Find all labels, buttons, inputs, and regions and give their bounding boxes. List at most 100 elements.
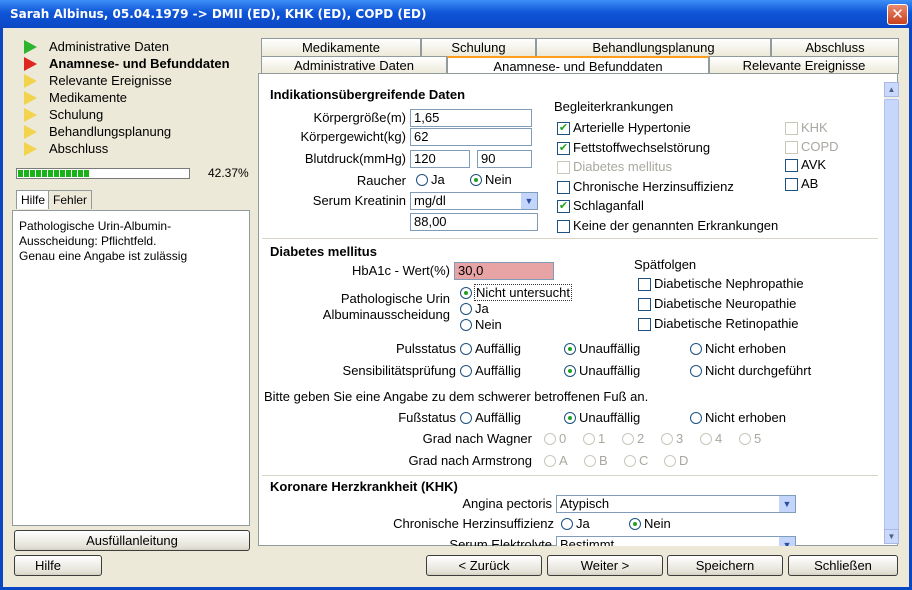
- scroll-thumb[interactable]: [884, 99, 899, 539]
- tab-anamnese-befunddaten[interactable]: Anamnese- und Befunddaten: [447, 56, 709, 74]
- tab-schulung[interactable]: Schulung: [421, 38, 536, 56]
- comorbidity-checkbox[interactable]: [785, 159, 798, 172]
- pulse-radio[interactable]: [460, 343, 472, 355]
- comorbidity-label: Diabetes mellitus: [573, 159, 672, 174]
- creatinine-value-input[interactable]: 88,00: [410, 213, 538, 231]
- section-divider: [262, 238, 878, 239]
- comorbidity-checkbox[interactable]: ✔: [557, 200, 570, 213]
- vertical-scrollbar[interactable]: ▲ ▼: [884, 82, 899, 544]
- triangle-icon: [24, 56, 37, 71]
- comorbidity-label: COPD: [801, 138, 839, 154]
- comorbidity-checkbox[interactable]: [557, 180, 570, 194]
- foot-instruction: Bitte geben Sie eine Angabe zu dem schwe…: [264, 389, 649, 404]
- sens-option-label: Nicht durchgeführt: [705, 363, 812, 378]
- foot-radio[interactable]: [460, 412, 472, 424]
- tab-abschluss[interactable]: Abschluss: [771, 38, 899, 56]
- scroll-down-icon[interactable]: ▼: [884, 529, 899, 544]
- bp-diastolic-input[interactable]: 90: [477, 150, 532, 168]
- close-window-button[interactable]: ✕: [887, 4, 908, 25]
- urine-no-radio[interactable]: [460, 319, 472, 331]
- save-button[interactable]: Speichern: [667, 555, 783, 576]
- armstrong-radio: [664, 455, 676, 467]
- late-effect-checkbox[interactable]: [638, 298, 651, 311]
- chevron-down-icon[interactable]: ▼: [779, 537, 795, 546]
- comorbidity-checkbox[interactable]: [557, 219, 570, 233]
- tab-row-top: Medikamente Schulung Behandlungsplanung …: [261, 38, 899, 56]
- urine-yes-label: Ja: [475, 301, 489, 316]
- bp-systolic-input[interactable]: 120: [410, 150, 470, 168]
- chevron-down-icon[interactable]: ▼: [521, 193, 537, 209]
- sens-radio[interactable]: [690, 365, 702, 377]
- foot-radio[interactable]: [690, 412, 702, 424]
- nav-item-label: Administrative Daten: [49, 39, 169, 54]
- nav-item[interactable]: Schulung: [18, 106, 251, 123]
- armstrong-option-label: B: [599, 453, 608, 468]
- angina-value: Atypisch: [560, 496, 610, 511]
- sens-label: Sensibilitätsprüfung: [342, 363, 456, 378]
- chf-label: Chronische Herzinsuffizienz: [393, 516, 554, 531]
- chevron-down-icon[interactable]: ▼: [779, 496, 795, 512]
- creatinine-unit-select[interactable]: mg/dl ▼: [410, 192, 538, 210]
- pulse-radio[interactable]: [690, 343, 702, 355]
- nav-item[interactable]: Administrative Daten: [18, 38, 251, 55]
- late-effect-label: Diabetische Neuropathie: [654, 296, 797, 311]
- tab-administrative-daten[interactable]: Administrative Daten: [261, 56, 447, 74]
- nav-item[interactable]: Relevante Ereignisse: [18, 72, 251, 89]
- progress-bar: [16, 168, 190, 179]
- scroll-up-icon[interactable]: ▲: [884, 82, 899, 97]
- nav-item-label: Behandlungsplanung: [49, 124, 172, 139]
- nav-item[interactable]: Anamnese- und Befunddaten: [18, 55, 251, 72]
- wagner-option-label: 2: [637, 431, 645, 446]
- next-button[interactable]: Weiter >: [547, 555, 663, 576]
- sens-radio[interactable]: [564, 365, 576, 377]
- weight-input[interactable]: 62: [410, 128, 532, 146]
- comorbidity-checkbox[interactable]: ✔: [557, 141, 570, 155]
- nav-item-label: Abschluss: [49, 141, 109, 156]
- armstrong-option-label: D: [679, 453, 689, 468]
- tab-error[interactable]: Fehler: [48, 190, 93, 209]
- late-effect-label: Diabetische Nephropathie: [654, 276, 804, 291]
- urine-not-examined-radio[interactable]: [460, 287, 472, 299]
- smoker-label: Raucher: [356, 173, 406, 188]
- nav-item[interactable]: Abschluss: [18, 140, 251, 157]
- urine-yes-radio[interactable]: [460, 303, 472, 315]
- tab-medikamente[interactable]: Medikamente: [261, 38, 421, 56]
- chf-yes-radio[interactable]: [561, 518, 573, 530]
- back-button[interactable]: < Zurück: [426, 555, 542, 576]
- nav-item-label: Anamnese- und Befunddaten: [49, 56, 230, 71]
- late-effect-checkbox[interactable]: [638, 278, 651, 291]
- triangle-icon: [24, 73, 37, 88]
- late-effects-heading: Spätfolgen: [634, 257, 697, 272]
- hba1c-input[interactable]: 30,0: [454, 262, 554, 280]
- weight-label: Körpergewicht(kg): [300, 129, 407, 144]
- height-input[interactable]: 1,65: [410, 109, 532, 127]
- angina-select[interactable]: Atypisch ▼: [556, 495, 796, 513]
- chf-yes-label: Ja: [576, 516, 590, 531]
- pulse-radio[interactable]: [564, 343, 576, 355]
- late-effect-checkbox[interactable]: [638, 318, 651, 331]
- tab-relevante-ereignisse[interactable]: Relevante Ereignisse: [709, 56, 899, 74]
- pulse-option-label: Unauffällig: [579, 341, 641, 356]
- electrolytes-select[interactable]: Bestimmt ▼: [556, 536, 796, 546]
- smoker-no-radio[interactable]: [470, 174, 482, 186]
- comorbidity-label: AB: [801, 175, 819, 191]
- nav-item[interactable]: Behandlungsplanung: [18, 123, 251, 140]
- wagner-option-label: 0: [559, 431, 567, 446]
- comorbidity-checkbox[interactable]: ✔: [557, 122, 570, 135]
- nav-item[interactable]: Medikamente: [18, 89, 251, 106]
- comorbidities-heading: Begleiterkrankungen: [554, 99, 674, 114]
- tab-help[interactable]: Hilfe: [16, 190, 51, 209]
- wagner-radio: [700, 433, 712, 445]
- smoker-yes-radio[interactable]: [416, 174, 428, 186]
- comorbidity-checkbox[interactable]: [785, 177, 798, 191]
- sens-radio[interactable]: [460, 365, 472, 377]
- chf-no-radio[interactable]: [629, 518, 641, 530]
- fill-guide-button[interactable]: Ausfüllanleitung: [14, 530, 250, 551]
- close-button[interactable]: Schließen: [788, 555, 898, 576]
- armstrong-radio: [584, 455, 596, 467]
- foot-radio[interactable]: [564, 412, 576, 424]
- triangle-icon: [24, 124, 37, 139]
- section-divider: [262, 475, 878, 476]
- help-button[interactable]: Hilfe: [14, 555, 102, 576]
- tab-behandlungsplanung[interactable]: Behandlungsplanung: [536, 38, 771, 56]
